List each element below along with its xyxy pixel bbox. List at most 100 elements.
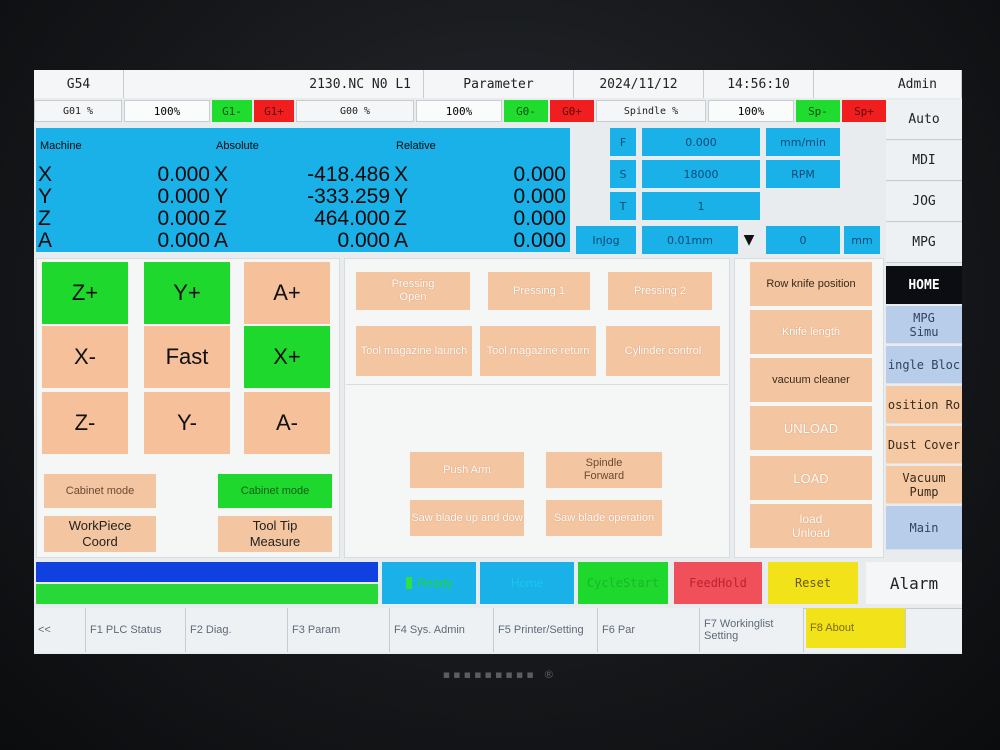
fkey-f7-label-2: Setting [704,630,739,642]
cylinder-control-button[interactable]: Cylinder control [606,326,720,376]
vacuum-pump-button[interactable]: Vacuum Pump [886,466,962,504]
g01-rate-label: G01 % [34,100,122,122]
jog-step-select[interactable]: 0.01mm [642,226,738,254]
relative-z-value: 0.000 [513,207,566,230]
cabinet-mode-left-button[interactable]: Cabinet mode [44,474,156,508]
pressing-open-label-2: Open [399,291,427,303]
pressing-open-button[interactable]: Pressing Open [356,272,470,310]
jog-z-plus-button[interactable]: Z+ [42,262,128,324]
offset-value[interactable]: 0 [766,226,840,254]
reset-button[interactable]: Reset [768,562,858,604]
injog-label: InJog [576,226,636,254]
vacuum-pump-label-1: Vacuum [902,470,946,485]
axis-label-y: Y [394,185,409,208]
load-unload-label-1: load [799,512,823,526]
unload-button[interactable]: UNLOAD [750,406,872,450]
absolute-coord-title: Absolute [216,140,259,152]
mpg-simu-label-1: MPG [913,310,935,325]
time-display: 14:56:10 [704,70,814,98]
g00-plus-button[interactable]: G0+ [550,100,594,122]
machine-z-value: 0.000 [157,207,210,230]
tooltip-label-2: Measure [249,534,301,549]
spindle-plus-button[interactable]: Sp+ [842,100,886,122]
tool-label: T [610,192,636,220]
tool-tip-measure-button[interactable]: Tool Tip Measure [218,516,332,552]
pressing-2-button[interactable]: Pressing 2 [608,272,712,310]
jog-y-plus-button[interactable]: Y+ [144,262,230,324]
pressing-open-label-1: Pressing [391,278,435,290]
mode-auto-button[interactable]: Auto [886,100,962,140]
ready-indicator: Ready [382,562,476,604]
jog-a-minus-button[interactable]: A- [244,392,330,454]
feed-unit: mm/min [766,128,840,156]
workpiece-label-2: Coord [82,534,118,549]
jog-x-minus-button[interactable]: X- [42,326,128,388]
dust-cover-button[interactable]: Dust Cover [886,426,962,464]
spindle-minus-button[interactable]: Sp- [796,100,840,122]
axis-label-y: Y [38,185,53,208]
fkey-f3-param[interactable]: F3 Param [288,608,390,652]
g00-rate-label: G00 % [296,100,414,122]
fkey-f5-printer-setting[interactable]: F5 Printer/Setting [494,608,598,652]
fkey-f8-about[interactable]: F8 About [806,608,906,648]
load-unload-button[interactable]: load Unload [750,504,872,548]
single-block-button[interactable]: ingle Bloc [886,346,962,384]
spindle-forward-label-2: Forward [583,470,625,482]
g01-plus-button[interactable]: G1+ [254,100,294,122]
axis-label-x: X [394,163,409,186]
g01-rate-value: 100% [124,100,210,122]
tool-magazine-launch-button[interactable]: Tool magazine launch [356,326,472,376]
knife-length-button[interactable]: Knife length [750,310,872,354]
center-lower-area [346,384,728,556]
axis-label-z: Z [394,207,407,230]
jog-fast-button[interactable]: Fast [144,326,230,388]
vacuum-pump-label-2: Pump [909,484,939,499]
axis-label-a: A [214,229,229,252]
main-button[interactable]: Main [886,506,962,550]
row-knife-position-button[interactable]: Row knife position [750,262,872,306]
push-arm-button[interactable]: Push Arm [410,452,524,488]
relative-coord-title: Relative [396,140,436,152]
pressing-1-button[interactable]: Pressing 1 [488,272,590,310]
feed-hold-button[interactable]: FeedHold [674,562,762,604]
fkey-f4-sys-admin[interactable]: F4 Sys. Admin [390,608,494,652]
machine-x-value: 0.000 [157,163,210,186]
mode-jog-button[interactable]: JOG [886,182,962,222]
alarm-button[interactable]: Alarm [866,562,962,604]
workpiece-coord-button[interactable]: WorkPiece Coord [44,516,156,552]
fkey-f6-par[interactable]: F6 Par [598,608,700,652]
mpg-simu-button[interactable]: MPG Simu [886,306,962,344]
fkey-f2-diag[interactable]: F2 Diag. [186,608,288,652]
spindle-forward-button[interactable]: Spindle Forward [546,452,662,488]
saw-blade-updown-button[interactable]: Saw blade up and dow [410,500,524,536]
jog-z-minus-button[interactable]: Z- [42,392,128,454]
jog-a-plus-button[interactable]: A+ [244,262,330,324]
axis-label-x: X [38,163,53,186]
home-control-button[interactable]: Home [480,562,574,604]
absolute-a-value: 0.000 [337,229,390,252]
fkey-f1-plc-status[interactable]: F1 PLC Status [86,608,186,652]
fkey-f7-workinglist-setting[interactable]: F7 Workinglist Setting [700,608,804,652]
cabinet-mode-right-button[interactable]: Cabinet mode [218,474,332,508]
jog-x-plus-button[interactable]: X+ [244,326,330,388]
saw-blade-operation-button[interactable]: Saw blade operation [546,500,662,536]
relative-a-value: 0.000 [513,229,566,252]
tool-magazine-return-button[interactable]: Tool magazine return [480,326,596,376]
load-button[interactable]: LOAD [750,456,872,500]
mode-home-button[interactable]: HOME [886,266,962,304]
fkey-back-button[interactable]: << [34,608,86,652]
vacuum-cleaner-button[interactable]: vacuum cleaner [750,358,872,402]
mode-mpg-button[interactable]: MPG [886,223,962,263]
dropdown-arrow-icon[interactable]: ▼ [738,226,760,254]
g01-minus-button[interactable]: G1- [212,100,252,122]
cycle-start-button[interactable]: CycleStart [578,562,668,604]
machine-coord-title: Machine [40,140,82,152]
axis-label-z: Z [214,207,227,230]
mode-mdi-button[interactable]: MDI [886,141,962,181]
position-ro-button[interactable]: osition Ro [886,386,962,424]
jog-y-minus-button[interactable]: Y- [144,392,230,454]
g00-minus-button[interactable]: G0- [504,100,548,122]
user-display: Admin [814,70,962,98]
axis-label-a: A [394,229,409,252]
date-display: 2024/11/12 [574,70,704,98]
